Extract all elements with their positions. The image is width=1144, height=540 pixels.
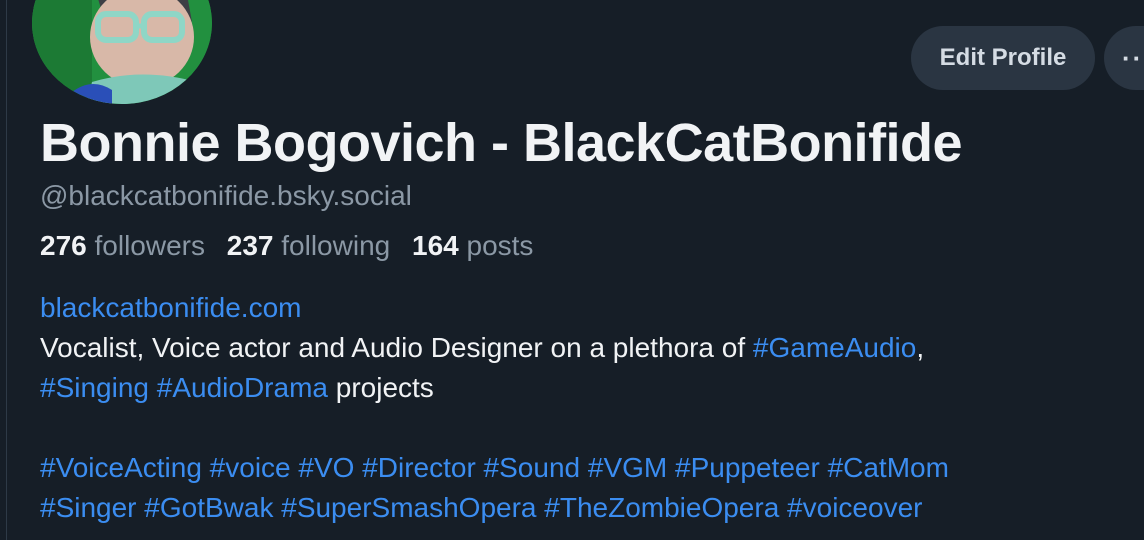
left-panel-border — [0, 0, 7, 540]
display-name: Bonnie Bogovich - BlackCatBonifide — [40, 113, 963, 173]
hashtag-audiodrama[interactable]: #AudioDrama — [157, 372, 328, 403]
hashtag-singing[interactable]: #Singing — [40, 372, 149, 403]
more-options-icon: ·· — [1122, 42, 1144, 73]
hashtags-line3[interactable]: #VoiceActing #voice #VO #Director #Sound… — [40, 452, 949, 483]
posts-count: 164 — [412, 230, 459, 261]
bio-text-line1: Vocalist, Voice actor and Audio Designer… — [40, 332, 753, 363]
hashtags-line4[interactable]: #Singer #GotBwak #SuperSmashOpera #TheZo… — [40, 492, 922, 523]
bio-text-line2: projects — [327, 372, 434, 403]
website-link[interactable]: blackcatbonifide.com — [40, 292, 301, 323]
profile-handle: @blackcatbonifide.bsky.social — [40, 180, 412, 211]
following-count: 237 — [226, 230, 274, 261]
posts-stat: 164 posts — [412, 230, 533, 261]
profile-bio: blackcatbonifide.com Vocalist, Voice act… — [40, 288, 1130, 528]
avatar[interactable] — [32, 0, 212, 104]
followers-link[interactable]: 276 followers — [40, 230, 205, 261]
more-options-button[interactable]: ·· — [1104, 26, 1144, 90]
posts-label: posts — [466, 230, 534, 261]
followers-label: followers — [94, 230, 205, 261]
bio-comma: , — [916, 332, 925, 363]
edit-profile-button[interactable]: Edit Profile — [911, 26, 1095, 90]
profile-stats: 276 followers 237 following 164 posts — [40, 230, 533, 262]
hashtag-gameaudio[interactable]: #GameAudio — [753, 332, 916, 363]
following-label: following — [281, 230, 391, 261]
followers-count: 276 — [40, 230, 87, 261]
user-avatar-icon — [32, 0, 212, 104]
following-link[interactable]: 237 following — [227, 230, 390, 261]
